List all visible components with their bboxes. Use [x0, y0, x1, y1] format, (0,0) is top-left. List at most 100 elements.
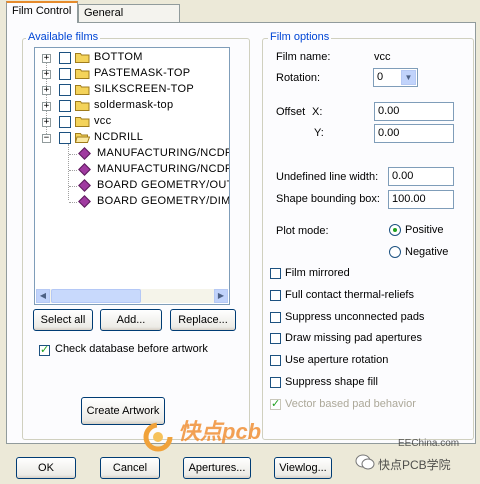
folder-icon [75, 52, 90, 63]
collapse-icon[interactable]: − [42, 134, 51, 143]
scroll-left-icon[interactable]: ◀ [36, 289, 50, 303]
tree-item-label: vcc [94, 115, 112, 127]
offset-label: Offset [276, 106, 306, 118]
film-name-label: Film name: [276, 51, 331, 63]
tree-item-label: NCDRILL [94, 131, 144, 143]
rotation-select[interactable]: 0 ▼ [373, 68, 418, 87]
scroll-right-icon[interactable]: ▶ [214, 289, 228, 303]
folder-icon [75, 68, 90, 79]
replace-button[interactable]: Replace... [170, 309, 236, 331]
tree-item-checkbox[interactable] [59, 100, 71, 112]
films-tree[interactable]: + BOTTOM + PASTEMASK-TOP + SILKSCREEN-TOP + sol… [34, 47, 230, 305]
undefined-line-width-field[interactable]: 0.00 [388, 167, 454, 186]
ok-button[interactable]: OK [16, 457, 76, 479]
tree-item[interactable]: BOARD GEOMETRY/DIM [35, 194, 229, 210]
option-checkbox-label: Suppress shape fill [285, 376, 378, 388]
plot-mode-positive-label: Positive [405, 224, 444, 236]
layer-diamond-icon [78, 195, 91, 208]
tree-item-checkbox[interactable] [59, 116, 71, 128]
folder-icon [75, 116, 90, 127]
layer-diamond-icon [78, 147, 91, 160]
tree-item[interactable]: − NCDRILL [35, 130, 225, 146]
layer-diamond-icon [78, 163, 91, 176]
folder-icon [75, 100, 90, 111]
wechat-icon [355, 454, 375, 470]
shape-bounding-box-field[interactable]: 100.00 [388, 190, 454, 209]
tree-item[interactable]: + PASTEMASK-TOP [35, 66, 225, 82]
tree-item-checkbox[interactable] [59, 84, 71, 96]
option-checkbox-label: Draw missing pad apertures [285, 332, 422, 345]
tree-item-checkbox[interactable] [59, 132, 71, 144]
option-checkbox[interactable] [270, 333, 281, 345]
option-checkbox-label: Film mirrored [285, 267, 350, 279]
scroll-thumb[interactable] [51, 289, 141, 303]
tree-item[interactable]: MANUFACTURING/NCDF [35, 162, 229, 178]
plot-mode-negative-radio[interactable] [389, 246, 401, 258]
tree-item-label: soldermask-top [94, 99, 174, 111]
option-checkbox-label: Full contact thermal-reliefs [285, 288, 414, 301]
expand-icon[interactable]: + [42, 118, 51, 127]
option-checkbox[interactable] [270, 355, 281, 367]
offset-x-field[interactable]: 0.00 [374, 102, 454, 121]
tree-item-checkbox[interactable] [59, 52, 71, 64]
watermark-site: EEChina.com [398, 438, 460, 449]
watermark-logo-text: 快点pcb [178, 419, 262, 444]
offset-x-label: X: [312, 106, 323, 118]
option-checkbox [270, 397, 281, 410]
offset-y-label: Y: [314, 127, 324, 139]
option-checkbox-label: Suppress unconnected pads [285, 310, 425, 323]
tree-item-checkbox[interactable] [59, 68, 71, 80]
rotation-value: 0 [377, 71, 384, 83]
option-checkbox[interactable] [270, 377, 281, 388]
tree-item-label: MANUFACTURING/NCDF [97, 163, 230, 175]
apertures-button[interactable]: Apertures... [183, 457, 251, 479]
cancel-button[interactable]: Cancel [100, 457, 160, 479]
tree-item-label: SILKSCREEN-TOP [94, 83, 194, 95]
option-checkbox-label: Vector based pad behavior [285, 397, 416, 410]
available-films-title: Available films [26, 31, 101, 43]
kuaidian-logo-icon [143, 422, 173, 452]
tree-item[interactable]: + SILKSCREEN-TOP [35, 82, 225, 98]
expand-icon[interactable]: + [42, 70, 51, 79]
expand-icon[interactable]: + [42, 86, 51, 95]
tree-item[interactable]: BOARD GEOMETRY/OUT [35, 178, 229, 194]
expand-icon[interactable]: + [42, 54, 51, 63]
tree-connector [69, 170, 77, 171]
tree-connector [69, 202, 77, 203]
option-checkbox[interactable] [270, 268, 281, 279]
tab-general-parameters[interactable]: General Parameters [78, 4, 180, 36]
check-database-checkbox[interactable] [39, 343, 50, 356]
offset-y-field[interactable]: 0.00 [374, 124, 454, 143]
tree-item[interactable]: + vcc [35, 114, 225, 130]
tree-item-label: PASTEMASK-TOP [94, 67, 191, 79]
shape-bounding-box-label: Shape bounding box: [276, 193, 380, 205]
tree-item-label: MANUFACTURING/NCDF [97, 147, 230, 159]
option-checkbox-label: Use aperture rotation [285, 354, 389, 367]
plot-mode-label: Plot mode: [276, 225, 329, 237]
tree-connector [69, 186, 77, 187]
tree-item[interactable]: MANUFACTURING/NCDF [35, 146, 229, 162]
layer-diamond-icon [78, 179, 91, 192]
plot-mode-negative-label: Negative [405, 246, 449, 258]
undefined-line-width-label: Undefined line width: [276, 171, 379, 183]
select-all-button[interactable]: Select all [33, 309, 93, 331]
option-checkbox[interactable] [270, 311, 281, 323]
tree-item-label: BOARD GEOMETRY/DIM [97, 195, 230, 207]
film-name-value: vcc [374, 51, 391, 63]
create-artwork-button[interactable]: Create Artwork [81, 397, 165, 425]
expand-icon[interactable]: + [42, 102, 51, 111]
horizontal-scrollbar[interactable]: ◀ ▶ [36, 289, 228, 303]
tab-film-control[interactable]: Film Control [6, 1, 78, 23]
folder-open-icon [74, 132, 91, 143]
chevron-down-icon[interactable]: ▼ [401, 70, 416, 85]
watermark-wechat: 快点PCB学院 [378, 458, 451, 472]
plot-mode-positive-radio[interactable] [389, 224, 401, 236]
check-database-label: Check database before artwork [55, 343, 208, 355]
tree-item-label: BOARD GEOMETRY/OUT [97, 179, 230, 191]
tree-item[interactable]: + soldermask-top [35, 98, 225, 114]
tree-connector [69, 154, 77, 155]
tree-item[interactable]: + BOTTOM [35, 50, 225, 66]
add-button[interactable]: Add... [100, 309, 162, 331]
option-checkbox[interactable] [270, 289, 281, 301]
viewlog-button[interactable]: Viewlog... [274, 457, 332, 479]
